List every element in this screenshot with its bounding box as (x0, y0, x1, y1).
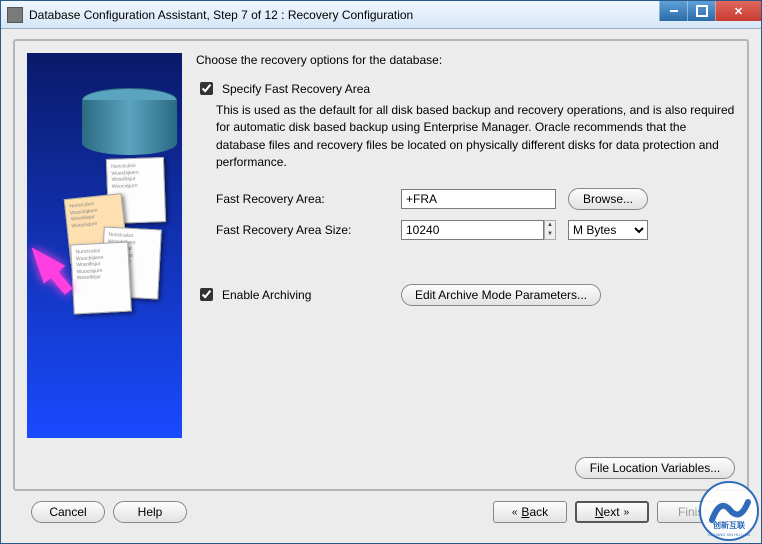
back-button[interactable]: « Back (493, 501, 567, 523)
maximize-button[interactable] (687, 1, 715, 21)
next-label: Next (595, 505, 620, 519)
fra-description: This is used as the default for all disk… (216, 102, 735, 172)
database-cylinder-icon (82, 88, 177, 158)
specify-fra-checkbox[interactable] (200, 82, 213, 95)
document-icon: Nuncicukoi Wuocbijkern Wosollisjur Wuoci… (70, 242, 132, 315)
fra-path-label: Fast Recovery Area: (216, 192, 401, 206)
back-label: Back (521, 505, 548, 519)
enable-archiving-checkbox-row[interactable]: Enable Archiving (196, 285, 401, 304)
help-button[interactable]: Help (113, 501, 187, 523)
window-title: Database Configuration Assistant, Step 7… (29, 8, 659, 22)
finish-button: Finish (657, 501, 731, 523)
minimize-button[interactable] (659, 1, 687, 21)
fra-size-input[interactable] (401, 220, 544, 240)
close-button[interactable] (715, 1, 761, 21)
next-arrow-icon: » (624, 507, 630, 518)
enable-archiving-checkbox[interactable] (200, 288, 213, 301)
wizard-sidebar-image: Nuncicukoi Wuocbijkern Wosollisjur Wuoci… (27, 53, 182, 438)
fra-size-row: Fast Recovery Area Size: ▲ ▼ M Bytes (216, 220, 735, 240)
spinner-up-icon[interactable]: ▲ (545, 221, 555, 230)
titlebar[interactable]: Database Configuration Assistant, Step 7… (1, 1, 761, 29)
specify-fra-label: Specify Fast Recovery Area (222, 82, 370, 96)
fra-path-input[interactable] (401, 189, 556, 209)
fra-size-label: Fast Recovery Area Size: (216, 223, 401, 237)
page-heading: Choose the recovery options for the data… (196, 53, 735, 67)
main-panel: Nuncicukoi Wuocbijkern Wosollisjur Wuoci… (13, 39, 749, 491)
spinner-down-icon[interactable]: ▼ (545, 230, 555, 239)
window-controls (659, 1, 761, 21)
edit-archive-params-button[interactable]: Edit Archive Mode Parameters... (401, 284, 601, 306)
cancel-button[interactable]: Cancel (31, 501, 105, 523)
fra-size-unit-select[interactable]: M Bytes (568, 220, 648, 240)
wizard-button-bar: Cancel Help « Back Next » Finish (13, 491, 749, 533)
file-location-row: File Location Variables... (575, 457, 735, 479)
specify-fra-checkbox-row[interactable]: Specify Fast Recovery Area (196, 79, 735, 98)
archiving-row: Enable Archiving Edit Archive Mode Param… (196, 284, 735, 306)
page-content: Choose the recovery options for the data… (196, 53, 735, 477)
pink-arrow-icon (27, 238, 65, 284)
browse-button[interactable]: Browse... (568, 188, 648, 210)
client-area: Nuncicukoi Wuocbijkern Wosollisjur Wuoci… (1, 29, 761, 543)
back-arrow-icon: « (512, 507, 518, 518)
enable-archiving-label: Enable Archiving (222, 288, 311, 302)
next-button[interactable]: Next » (575, 501, 649, 523)
file-location-variables-button[interactable]: File Location Variables... (575, 457, 735, 479)
fra-size-spinner[interactable]: ▲ ▼ (544, 220, 556, 240)
fra-path-row: Fast Recovery Area: Browse... (216, 188, 735, 210)
app-icon (7, 7, 23, 23)
app-window: Database Configuration Assistant, Step 7… (0, 0, 762, 544)
